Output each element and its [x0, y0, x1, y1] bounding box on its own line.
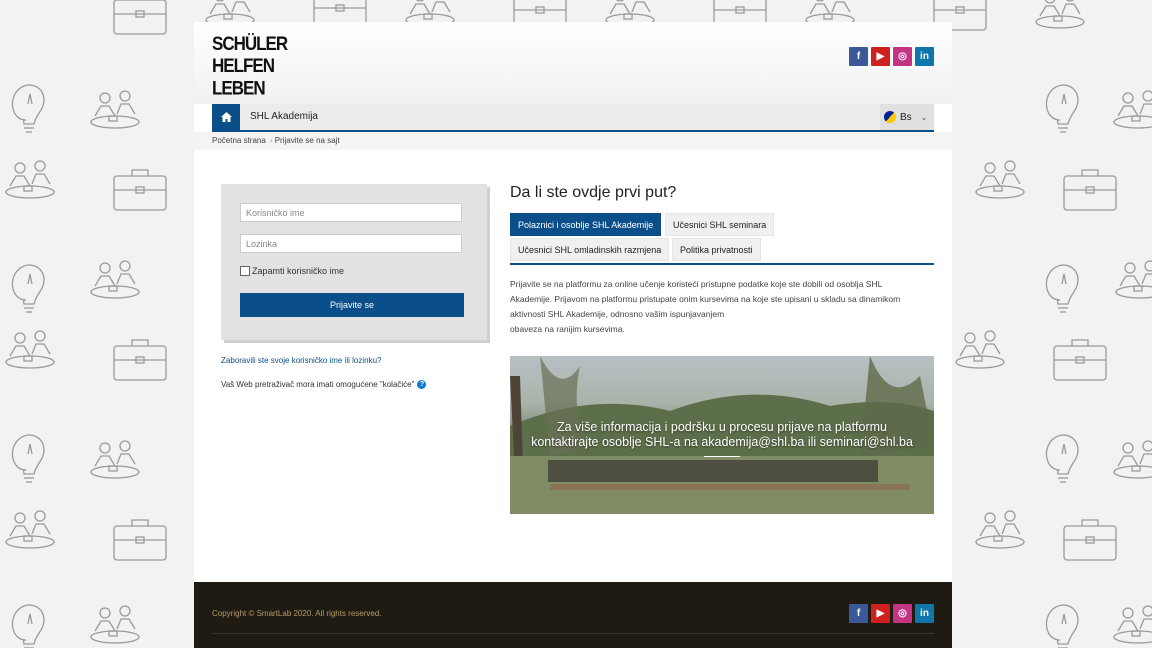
- login-button[interactable]: Prijavite se: [240, 293, 464, 317]
- instagram-icon[interactable]: ◎: [893, 47, 912, 66]
- logo-line-3: LEBEN: [212, 77, 266, 100]
- site-footer: Copyright © SmartLab 2020. All rights re…: [194, 582, 952, 648]
- main-navbar: SHL Akademija Bs ⌄: [212, 104, 934, 132]
- intro-line: aktivnosti SHL Akademije, odnosno vašim …: [510, 309, 725, 319]
- footer-social-links: f ▶ ◎ in: [849, 604, 934, 623]
- header-social-links: f ▶ ◎ in: [849, 47, 934, 66]
- intro-line: Akademije. Prijavom na platformu pristup…: [510, 294, 901, 304]
- breadcrumb-current: Prijavite se na sajt: [274, 136, 340, 145]
- tab-seminari[interactable]: Učesnici SHL seminara: [665, 213, 775, 236]
- tab-politika-privatnosti[interactable]: Politika privatnosti: [672, 238, 761, 261]
- youtube-icon[interactable]: ▶: [871, 47, 890, 66]
- linkedin-icon[interactable]: in: [915, 47, 934, 66]
- cookies-notice-text: Vaš Web pretraživač mora imati omogućene…: [221, 380, 415, 389]
- login-form: Korisničko ime Lozinka Zapamti korisničk…: [221, 184, 487, 340]
- copyright-text: Copyright © SmartLab 2020. All rights re…: [212, 609, 382, 618]
- username-input[interactable]: Korisničko ime: [240, 203, 462, 222]
- facebook-icon[interactable]: f: [849, 604, 868, 623]
- banner-divider: [704, 456, 740, 457]
- language-label: Bs: [900, 111, 912, 123]
- breadcrumb-separator: ›: [270, 136, 273, 145]
- tabs-underline: [510, 263, 934, 265]
- logo-line-1: SCHÜLER: [212, 33, 288, 55]
- banner-line: kontaktirajte osoblje SHL-a na akademija…: [531, 435, 913, 449]
- remember-label[interactable]: Zapamti korisničko ime: [252, 266, 344, 276]
- home-button[interactable]: [212, 104, 240, 130]
- intro-line: Prijavite se na platformu za online učen…: [510, 279, 883, 289]
- site-header: SCHÜLER HELFEN LEBEN f ▶ ◎ in: [194, 22, 952, 104]
- facebook-icon[interactable]: f: [849, 47, 868, 66]
- first-time-heading: Da li ste ovdje prvi put?: [510, 184, 677, 201]
- language-selector[interactable]: Bs ⌄: [880, 104, 934, 130]
- forgot-credentials-link[interactable]: Zaboravili ste svoje korisničko ime ili …: [221, 356, 382, 365]
- group-photo-banner: Za više informacija i podršku u procesu …: [510, 356, 934, 514]
- breadcrumb-home[interactable]: Početna strana: [212, 136, 266, 145]
- cookies-notice: Vaš Web pretraživač mora imati omogućene…: [221, 380, 427, 389]
- page-container: SCHÜLER HELFEN LEBEN f ▶ ◎ in SHL Akadem…: [194, 22, 952, 648]
- instagram-icon[interactable]: ◎: [893, 604, 912, 623]
- intro-text: Prijavite se na platformu za online učen…: [510, 277, 940, 337]
- intro-line: obaveza na ranijim kursevima.: [510, 324, 625, 334]
- breadcrumb: Početna strana › Prijavite se na sajt: [194, 132, 952, 150]
- footer-divider: [212, 633, 934, 634]
- help-icon[interactable]: ?: [417, 380, 427, 389]
- shl-logo[interactable]: SCHÜLER HELFEN LEBEN: [212, 33, 288, 105]
- logo-line-2: HELFEN: [212, 55, 275, 77]
- youtube-icon[interactable]: ▶: [871, 604, 890, 623]
- remember-checkbox[interactable]: [240, 266, 250, 276]
- remember-username: Zapamti korisničko ime: [240, 266, 344, 276]
- banner-line: Za više informacija i podršku u procesu …: [556, 420, 887, 434]
- banner-contact-text: Za više informacija i podršku u procesu …: [510, 420, 934, 450]
- home-icon: [220, 112, 232, 122]
- bosnia-flag-icon: [884, 111, 896, 123]
- tab-polaznici[interactable]: Polaznici i osoblje SHL Akademije: [510, 213, 662, 236]
- password-input[interactable]: Lozinka: [240, 234, 462, 253]
- linkedin-icon[interactable]: in: [915, 604, 934, 623]
- nav-site-title[interactable]: SHL Akademija: [250, 111, 318, 122]
- chevron-down-icon: ⌄: [920, 112, 928, 122]
- tab-razmjene[interactable]: Učesnici SHL omladinskih razmjena: [510, 238, 670, 261]
